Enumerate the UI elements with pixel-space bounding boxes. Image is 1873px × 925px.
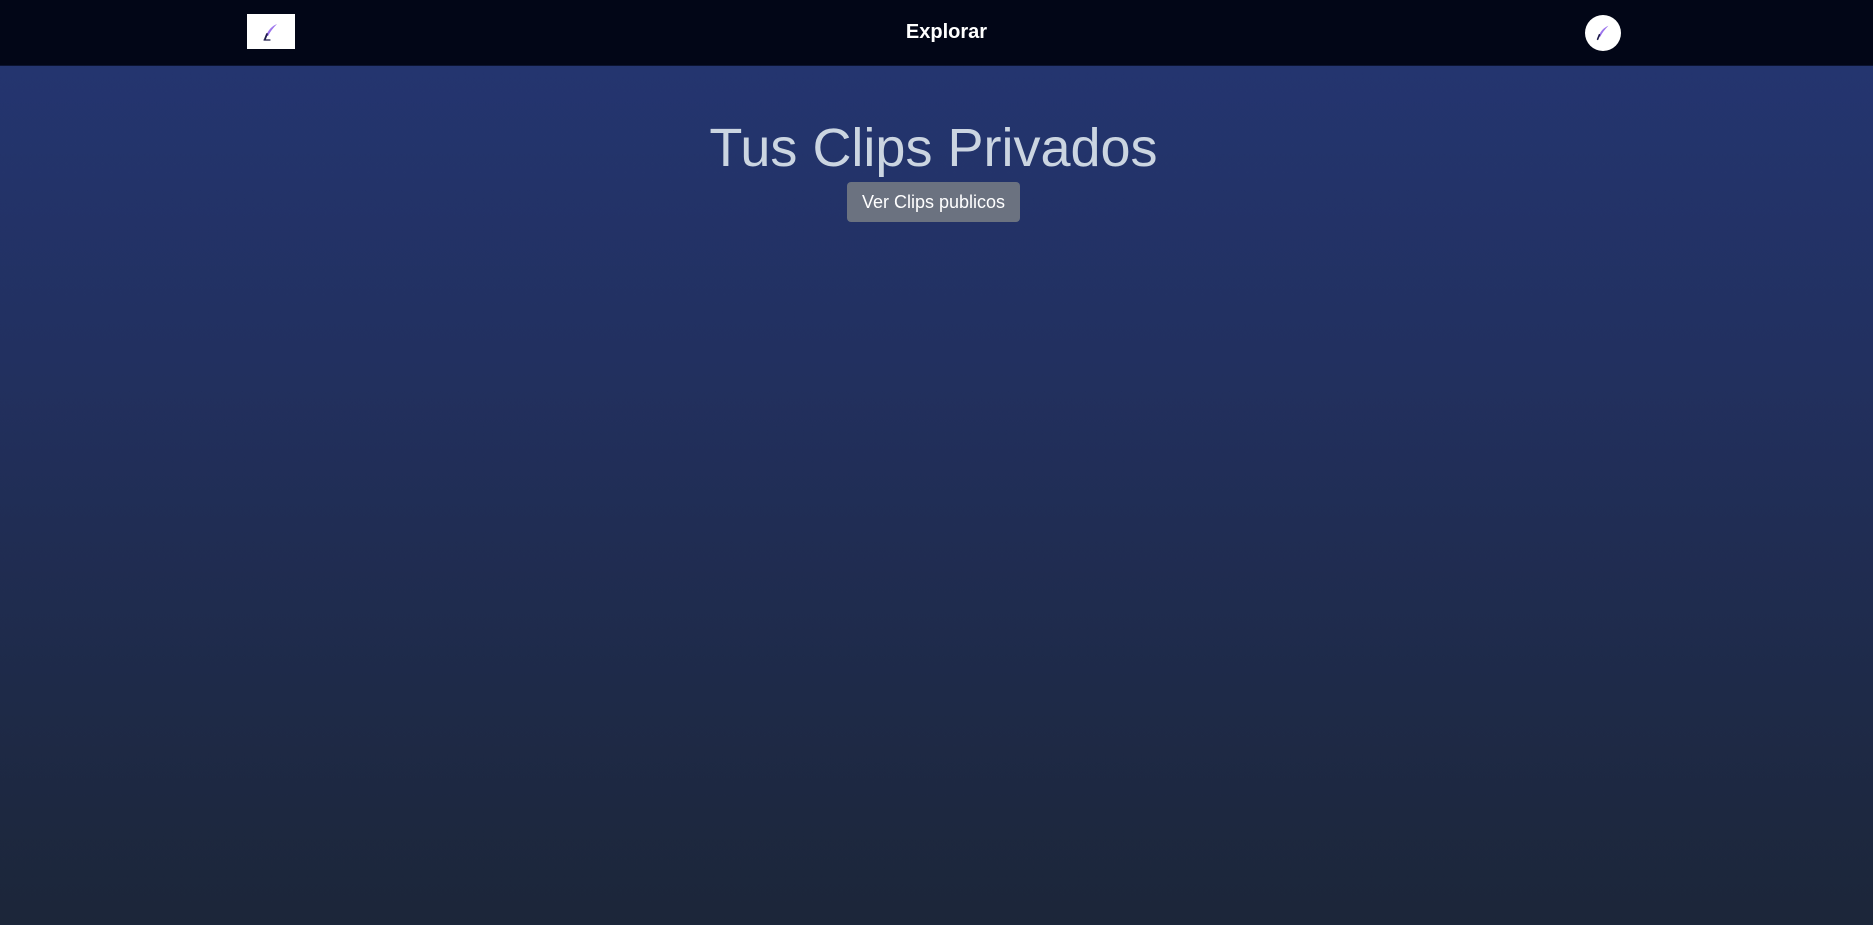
logo-link[interactable] <box>247 14 295 49</box>
top-navbar: Explorar <box>0 0 1873 66</box>
quill-pen-icon <box>263 23 277 41</box>
view-public-clips-button[interactable]: Ver Clips publicos <box>847 182 1020 222</box>
quill-pen-icon <box>1596 25 1609 41</box>
page-title: Tus Clips Privados <box>709 118 1158 178</box>
user-avatar[interactable] <box>1585 15 1621 51</box>
nav-explorar-link[interactable]: Explorar <box>906 21 987 43</box>
